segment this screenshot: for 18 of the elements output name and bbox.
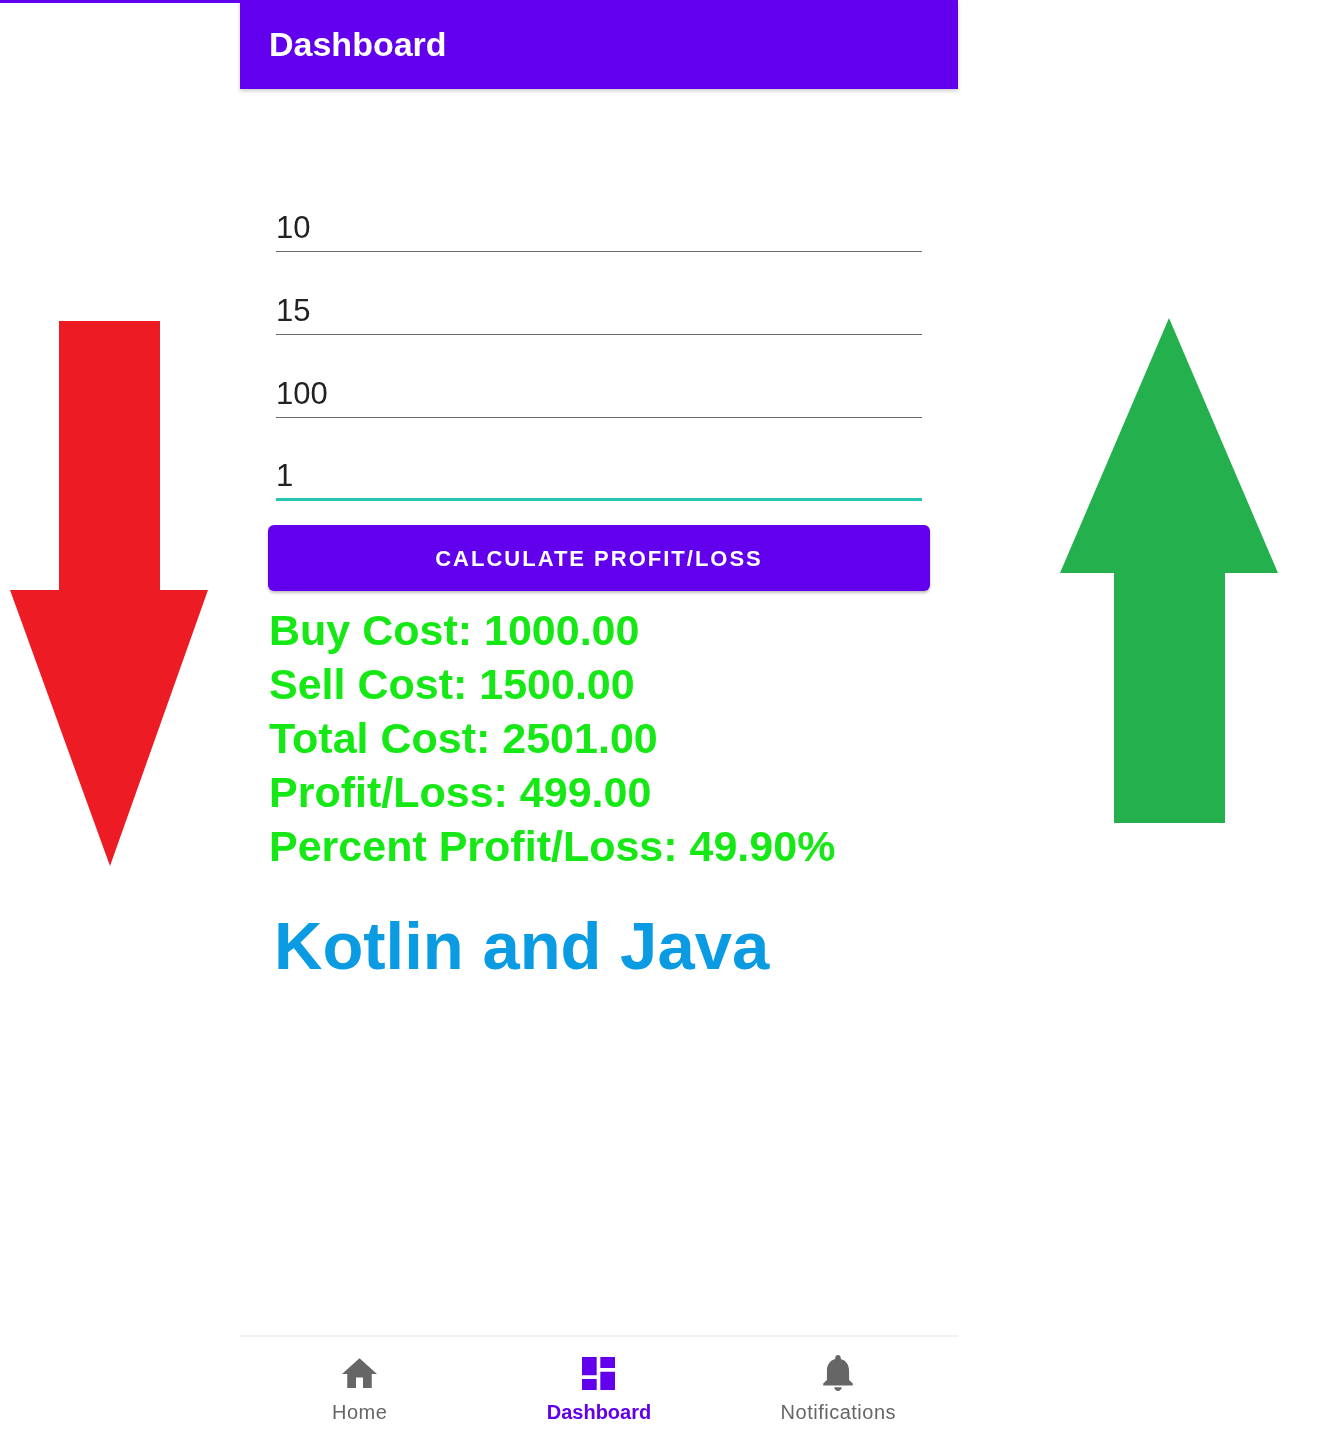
result-text: Buy Cost: 1000.00 xyxy=(269,605,640,656)
input-field[interactable]: 10 xyxy=(276,204,922,252)
result-text: Total Cost: 2501.00 xyxy=(269,713,658,764)
caption-text: Kotlin and Java xyxy=(274,907,770,985)
result-text: Sell Cost: 1500.00 xyxy=(269,659,635,710)
result-text: Percent Profit/Loss: 49.90% xyxy=(269,821,836,872)
input-field[interactable]: 15 xyxy=(276,287,922,335)
nav-tab[interactable]: Dashboard xyxy=(479,1337,719,1448)
input-field[interactable]: 100 xyxy=(276,370,922,418)
result-text: Profit/Loss: 499.00 xyxy=(269,767,652,818)
calculate-button[interactable]: CALCULATE PROFIT/LOSS xyxy=(268,525,930,591)
app-bar-title: Dashboard xyxy=(269,24,447,65)
bell-icon xyxy=(823,1355,854,1391)
nav-tab[interactable]: Notifications xyxy=(718,1337,958,1448)
input-field[interactable]: 1 xyxy=(276,453,922,501)
dashboard-icon xyxy=(582,1356,616,1390)
nav-tab[interactable]: Home xyxy=(240,1337,480,1448)
home-icon xyxy=(342,1358,378,1388)
